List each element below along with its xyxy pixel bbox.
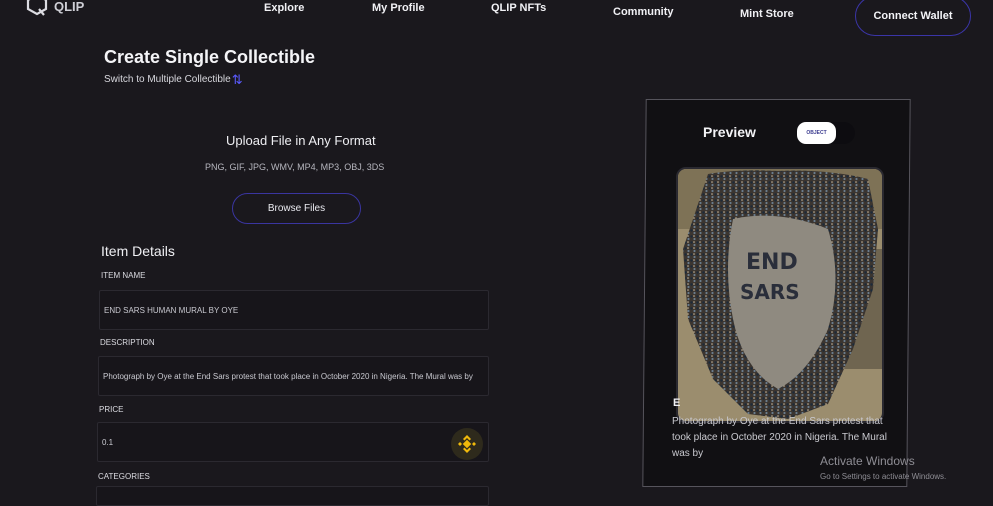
- switch-label: Switch to Multiple Collectible: [104, 74, 231, 85]
- categories-label: CATEGORIES: [98, 472, 150, 481]
- preview-item-initial: E: [673, 397, 681, 409]
- activate-windows-title: Activate Windows: [820, 454, 915, 468]
- logo[interactable]: QLIP: [26, 0, 84, 18]
- activate-windows-subtitle: Go to Settings to activate Windows.: [820, 472, 947, 481]
- item-name-input[interactable]: END SARS HUMAN MURAL BY OYE: [99, 290, 489, 330]
- item-name-label: ITEM NAME: [101, 271, 146, 280]
- description-label: DESCRIPTION: [100, 338, 155, 347]
- bnb-coin-icon: [451, 428, 483, 460]
- mural-text-end: END: [746, 250, 798, 275]
- nav-mint-store[interactable]: Mint Store: [740, 8, 794, 20]
- browse-files-button[interactable]: Browse Files: [232, 193, 361, 224]
- price-input[interactable]: 0.1: [97, 422, 489, 462]
- swap-icon: ⇅: [231, 71, 243, 87]
- nav-qlip-nfts[interactable]: QLIP NFTs: [491, 2, 546, 14]
- upload-formats: PNG, GIF, JPG, WMV, MP4, MP3, OBJ, 3DS: [205, 162, 385, 172]
- price-label: PRICE: [99, 405, 124, 414]
- nav-my-profile[interactable]: My Profile: [372, 2, 425, 14]
- connect-wallet-button[interactable]: Connect Wallet: [855, 0, 971, 36]
- nav-community[interactable]: Community: [613, 6, 674, 18]
- object-toggle-button[interactable]: OBJECT: [797, 122, 836, 144]
- preview-image: END SARS: [676, 167, 884, 423]
- preview-title: Preview: [703, 124, 756, 140]
- upload-title: Upload File in Any Format: [226, 133, 376, 148]
- description-input[interactable]: Photograph by Oye at the End Sars protes…: [98, 356, 489, 396]
- logo-text: QLIP: [54, 0, 85, 14]
- page-title: Create Single Collectible: [104, 47, 316, 67]
- categories-select[interactable]: [96, 486, 489, 506]
- qlip-logo-icon: [26, 0, 48, 16]
- item-details-heading: Item Details: [101, 243, 175, 259]
- switch-collectible-link[interactable]: Switch to Multiple Collectible ⇅: [104, 71, 243, 87]
- mural-text-sars: SARS: [740, 280, 800, 304]
- nav-explore[interactable]: Explore: [264, 2, 304, 14]
